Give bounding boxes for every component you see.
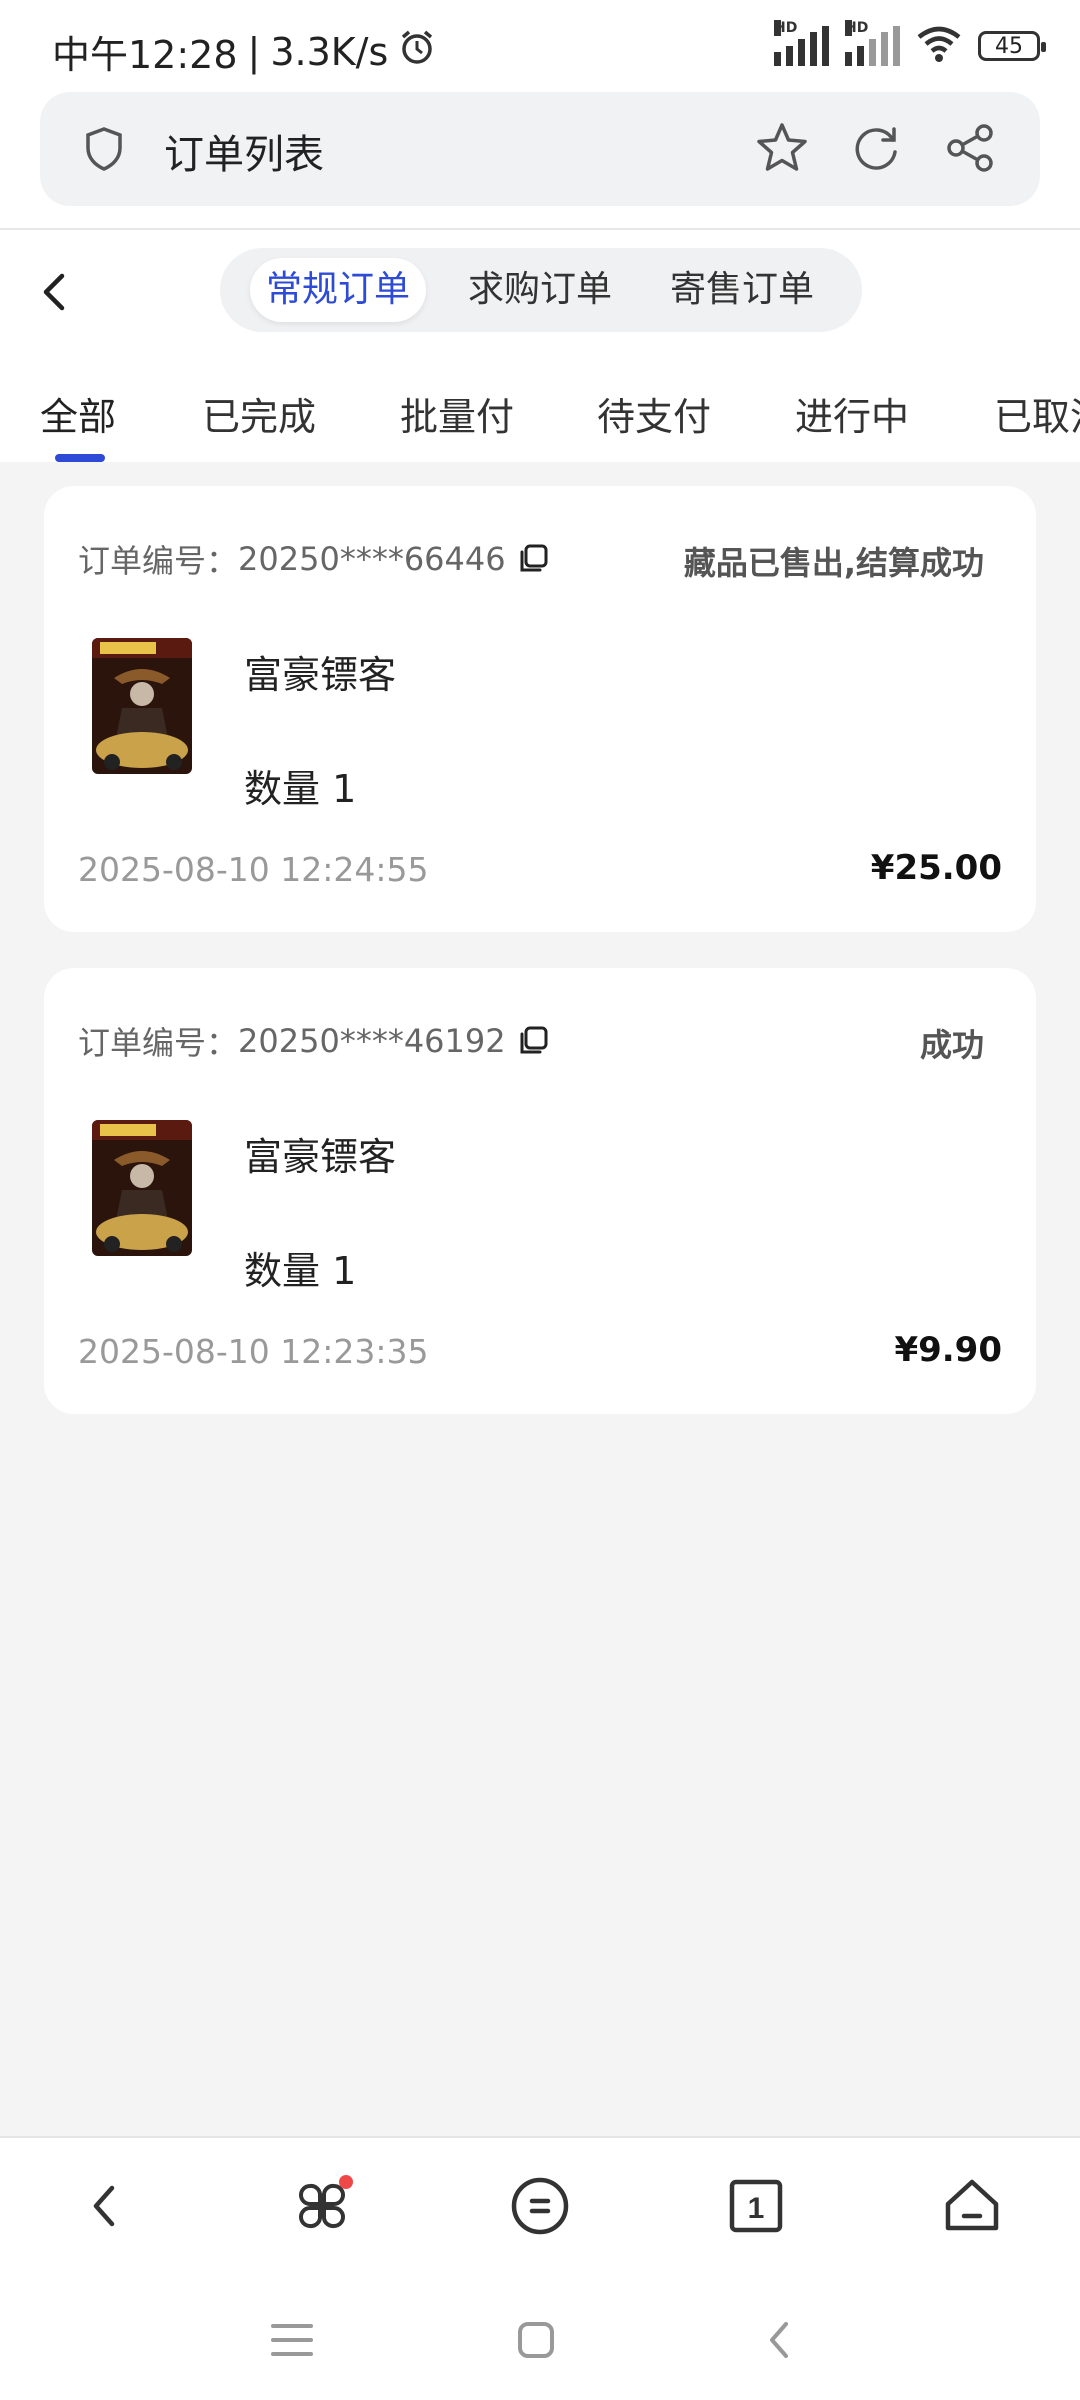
status-left: 中午12:28 | 3.3K/s (52, 24, 436, 79)
product-thumbnail[interactable] (92, 638, 192, 774)
status-right: HD HD 45 (774, 20, 1046, 68)
product-name: 富豪镖客 (244, 653, 397, 697)
page-title[interactable]: 订单列表 (164, 122, 324, 180)
product-quantity: 数量 1 (244, 1249, 357, 1293)
browser-toolbar: 订单列表 (0, 92, 1080, 230)
shield-icon[interactable] (84, 126, 124, 176)
order-number-label: 订单编号： (78, 542, 239, 580)
product-name: 富豪镖客 (244, 1135, 397, 1179)
copy-icon[interactable] (516, 1024, 550, 1058)
clock: 中午12:28 (52, 33, 238, 77)
wifi-icon (916, 24, 962, 68)
tab-cancelled[interactable]: 已取消 (994, 386, 1080, 441)
tab-indicator (55, 454, 105, 462)
star-icon[interactable] (754, 120, 810, 180)
tab-count: 1 (748, 2192, 765, 2225)
segment-regular-orders[interactable]: 常规订单 (250, 258, 426, 322)
refresh-icon[interactable] (848, 120, 904, 180)
back-icon[interactable] (28, 264, 84, 320)
back-icon[interactable] (66, 2166, 146, 2246)
order-price: ¥25.00 (870, 848, 1002, 888)
battery-icon: 45 (978, 31, 1046, 61)
network-speed: 3.3K/s (270, 29, 389, 74)
home-icon[interactable] (932, 2166, 1012, 2246)
product-thumbnail[interactable] (92, 1120, 192, 1256)
order-number: 订单编号： 20250****66446 (78, 536, 550, 582)
back-icon[interactable] (750, 2310, 810, 2370)
home-icon[interactable] (506, 2310, 566, 2370)
segment-purchase-orders[interactable]: 求购订单 (458, 258, 622, 322)
order-number-value: 20250****66446 (238, 540, 506, 578)
order-number: 订单编号： 20250****46192 (78, 1018, 550, 1064)
order-time: 2025-08-10 12:23:35 (78, 1332, 429, 1371)
tab-batch-pay[interactable]: 批量付 (400, 386, 514, 441)
product-quantity: 数量 1 (244, 767, 357, 811)
tab-pending-payment[interactable]: 待支付 (597, 386, 711, 441)
signal-icon: HD (774, 20, 829, 66)
status-bar: 中午12:28 | 3.3K/s HD HD 45 (0, 0, 1080, 92)
order-number-label: 订单编号： (78, 1024, 239, 1062)
order-type-switch: 常规订单 求购订单 寄售订单 (220, 248, 862, 332)
status-separator: | (247, 29, 261, 74)
tabs-icon[interactable]: 1 (716, 2166, 796, 2246)
order-status: 藏品已售出,结算成功 (683, 544, 984, 582)
tab-completed[interactable]: 已完成 (202, 386, 316, 441)
order-price: ¥9.90 (894, 1330, 1002, 1370)
page-header: 常规订单 求购订单 寄售订单 (0, 230, 1080, 350)
hd-label: HD (774, 20, 798, 36)
status-tabs: 全部 已完成 批量付 待支付 进行中 已取消 (0, 350, 1080, 462)
hd-label: HD (845, 20, 869, 36)
alarm-icon (398, 28, 436, 75)
menu-icon[interactable] (500, 2166, 580, 2246)
order-status: 成功 (919, 1026, 984, 1064)
address-bar[interactable]: 订单列表 (40, 92, 1040, 206)
order-card[interactable]: 订单编号： 20250****46192 成功 富豪镖客 数量 1 2025-0… (44, 968, 1036, 1414)
tab-all[interactable]: 全部 (40, 386, 116, 441)
tab-in-progress[interactable]: 进行中 (795, 386, 909, 441)
segment-consignment-orders[interactable]: 寄售订单 (660, 258, 824, 322)
order-number-value: 20250****46192 (238, 1022, 506, 1060)
recents-icon[interactable] (262, 2310, 322, 2370)
copy-icon[interactable] (516, 542, 550, 576)
signal-icon: HD (845, 20, 900, 66)
browser-bottom-bar: 1 (0, 2136, 1080, 2274)
order-time: 2025-08-10 12:24:55 (78, 850, 429, 889)
order-card[interactable]: 订单编号： 20250****66446 藏品已售出,结算成功 富豪镖客 数量 … (44, 486, 1036, 932)
apps-icon[interactable] (282, 2166, 362, 2246)
system-nav-bar (0, 2272, 1080, 2400)
share-icon[interactable] (942, 120, 998, 180)
